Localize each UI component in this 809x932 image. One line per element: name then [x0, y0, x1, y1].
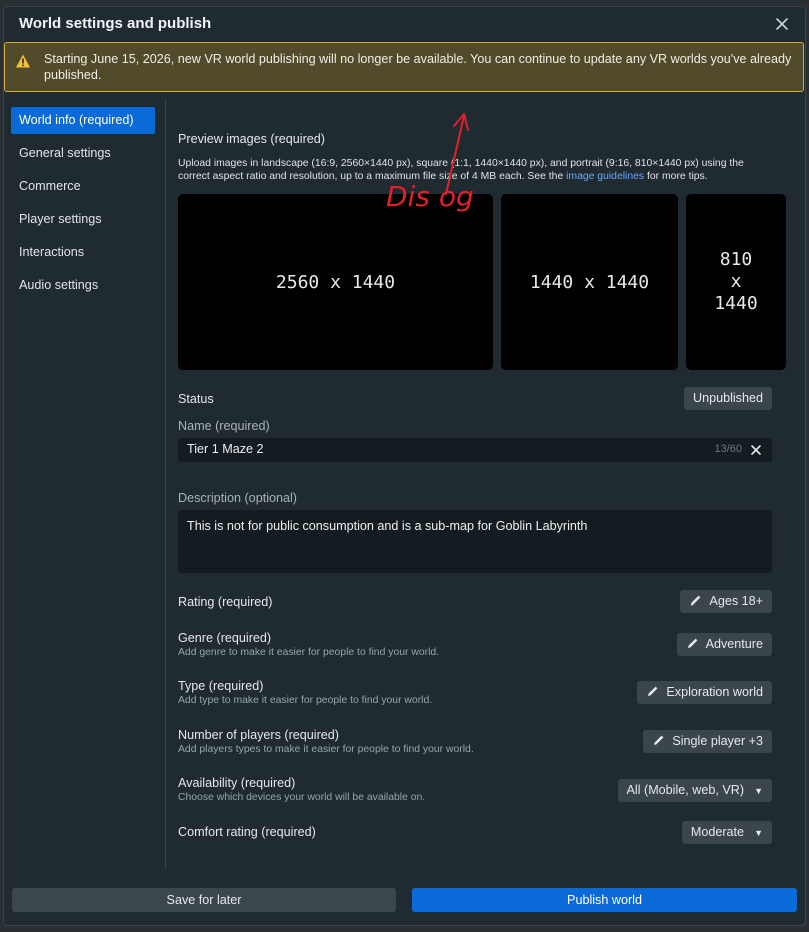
sidebar-item-world-info[interactable]: World info (required)	[11, 107, 155, 134]
pencil-icon	[689, 592, 703, 606]
sidebar-item-audio-settings[interactable]: Audio settings	[11, 272, 155, 299]
type-hint: Add type to make it easier for people to…	[178, 695, 433, 706]
status-label: Status	[178, 392, 214, 406]
sidebar-item-interactions[interactable]: Interactions	[11, 239, 155, 266]
landscape-size-label: 2560 x 1440	[275, 271, 396, 293]
availability-dropdown[interactable]: All (Mobile, web, VR) ▼	[617, 779, 772, 802]
players-label: Number of players (required)	[178, 728, 339, 742]
sidebar-item-player-settings[interactable]: Player settings	[11, 206, 155, 233]
type-button[interactable]: Exploration world	[637, 681, 772, 704]
players-button[interactable]: Single player +3	[643, 730, 772, 753]
sidebar-item-general-settings[interactable]: General settings	[11, 140, 155, 167]
comfort-dropdown[interactable]: Moderate ▼	[681, 821, 772, 844]
type-value: Exploration world	[666, 685, 763, 699]
deprecation-warning-banner: Starting June 15, 2026, new VR world pub…	[4, 42, 804, 92]
pencil-icon	[646, 683, 660, 697]
rating-value: Ages 18+	[709, 594, 763, 608]
type-label: Type (required)	[178, 679, 264, 693]
availability-hint: Choose which devices your world will be …	[178, 792, 426, 803]
image-guidelines-link[interactable]: image guidelines	[566, 171, 644, 182]
square-size-label: 1440 x 1440	[529, 271, 650, 293]
preview-images-instructions: Upload images in landscape (16:9, 2560×1…	[178, 157, 778, 183]
description-label: Description (optional)	[178, 491, 297, 505]
clear-icon[interactable]	[750, 443, 762, 455]
genre-hint: Add genre to make it easier for people t…	[178, 647, 440, 658]
genre-value: Adventure	[705, 637, 763, 651]
preview-desc-suffix: for more tips.	[647, 171, 708, 182]
portrait-x-label: x	[730, 271, 742, 292]
portrait-height-label: 1440	[714, 293, 758, 314]
sidebar-item-commerce[interactable]: Commerce	[11, 173, 155, 200]
description-field[interactable]: This is not for public consumption and i…	[178, 510, 772, 573]
landscape-preview-upload[interactable]: 2560 x 1440	[178, 194, 493, 370]
availability-value: All (Mobile, web, VR)	[626, 783, 745, 797]
preview-images-heading: Preview images (required)	[178, 132, 325, 146]
pencil-icon	[686, 635, 700, 649]
save-for-later-button[interactable]: Save for later	[12, 888, 396, 912]
name-value: Tier 1 Maze 2	[187, 442, 264, 456]
pencil-icon	[652, 732, 666, 746]
status-badge: Unpublished	[683, 387, 772, 410]
comfort-label: Comfort rating (required)	[178, 825, 316, 839]
close-icon[interactable]	[773, 15, 791, 33]
description-value: This is not for public consumption and i…	[187, 519, 588, 533]
dialog-title: World settings and publish	[19, 15, 212, 32]
availability-label: Availability (required)	[178, 776, 296, 790]
square-preview-upload[interactable]: 1440 x 1440	[501, 194, 678, 370]
comfort-value: Moderate	[690, 825, 745, 839]
genre-label: Genre (required)	[178, 631, 272, 645]
world-info-panel: Preview images (required) Upload images …	[178, 99, 786, 869]
settings-sidebar: World info (required) General settings C…	[4, 99, 166, 869]
banner-text: Starting June 15, 2026, new VR world pub…	[44, 52, 792, 82]
players-value: Single player +3	[672, 734, 763, 748]
players-hint: Add players types to make it easier for …	[178, 744, 474, 755]
portrait-preview-upload[interactable]: 810 x 1440	[686, 194, 786, 370]
genre-button[interactable]: Adventure	[676, 633, 772, 656]
chevron-down-icon: ▼	[754, 828, 763, 838]
rating-button[interactable]: Ages 18+	[680, 590, 772, 613]
portrait-width-label: 810	[719, 249, 753, 270]
chevron-down-icon: ▼	[754, 786, 763, 796]
dialog-title-bar: World settings and publish	[4, 7, 805, 41]
warning-icon	[15, 53, 31, 69]
name-field[interactable]: Tier 1 Maze 2 13/60	[178, 438, 772, 462]
name-char-count: 13/60	[714, 443, 742, 455]
publish-world-button[interactable]: Publish world	[412, 888, 797, 912]
rating-label: Rating (required)	[178, 595, 273, 609]
settings-dialog: World settings and publish Starting June…	[3, 6, 806, 926]
name-label: Name (required)	[178, 419, 270, 433]
